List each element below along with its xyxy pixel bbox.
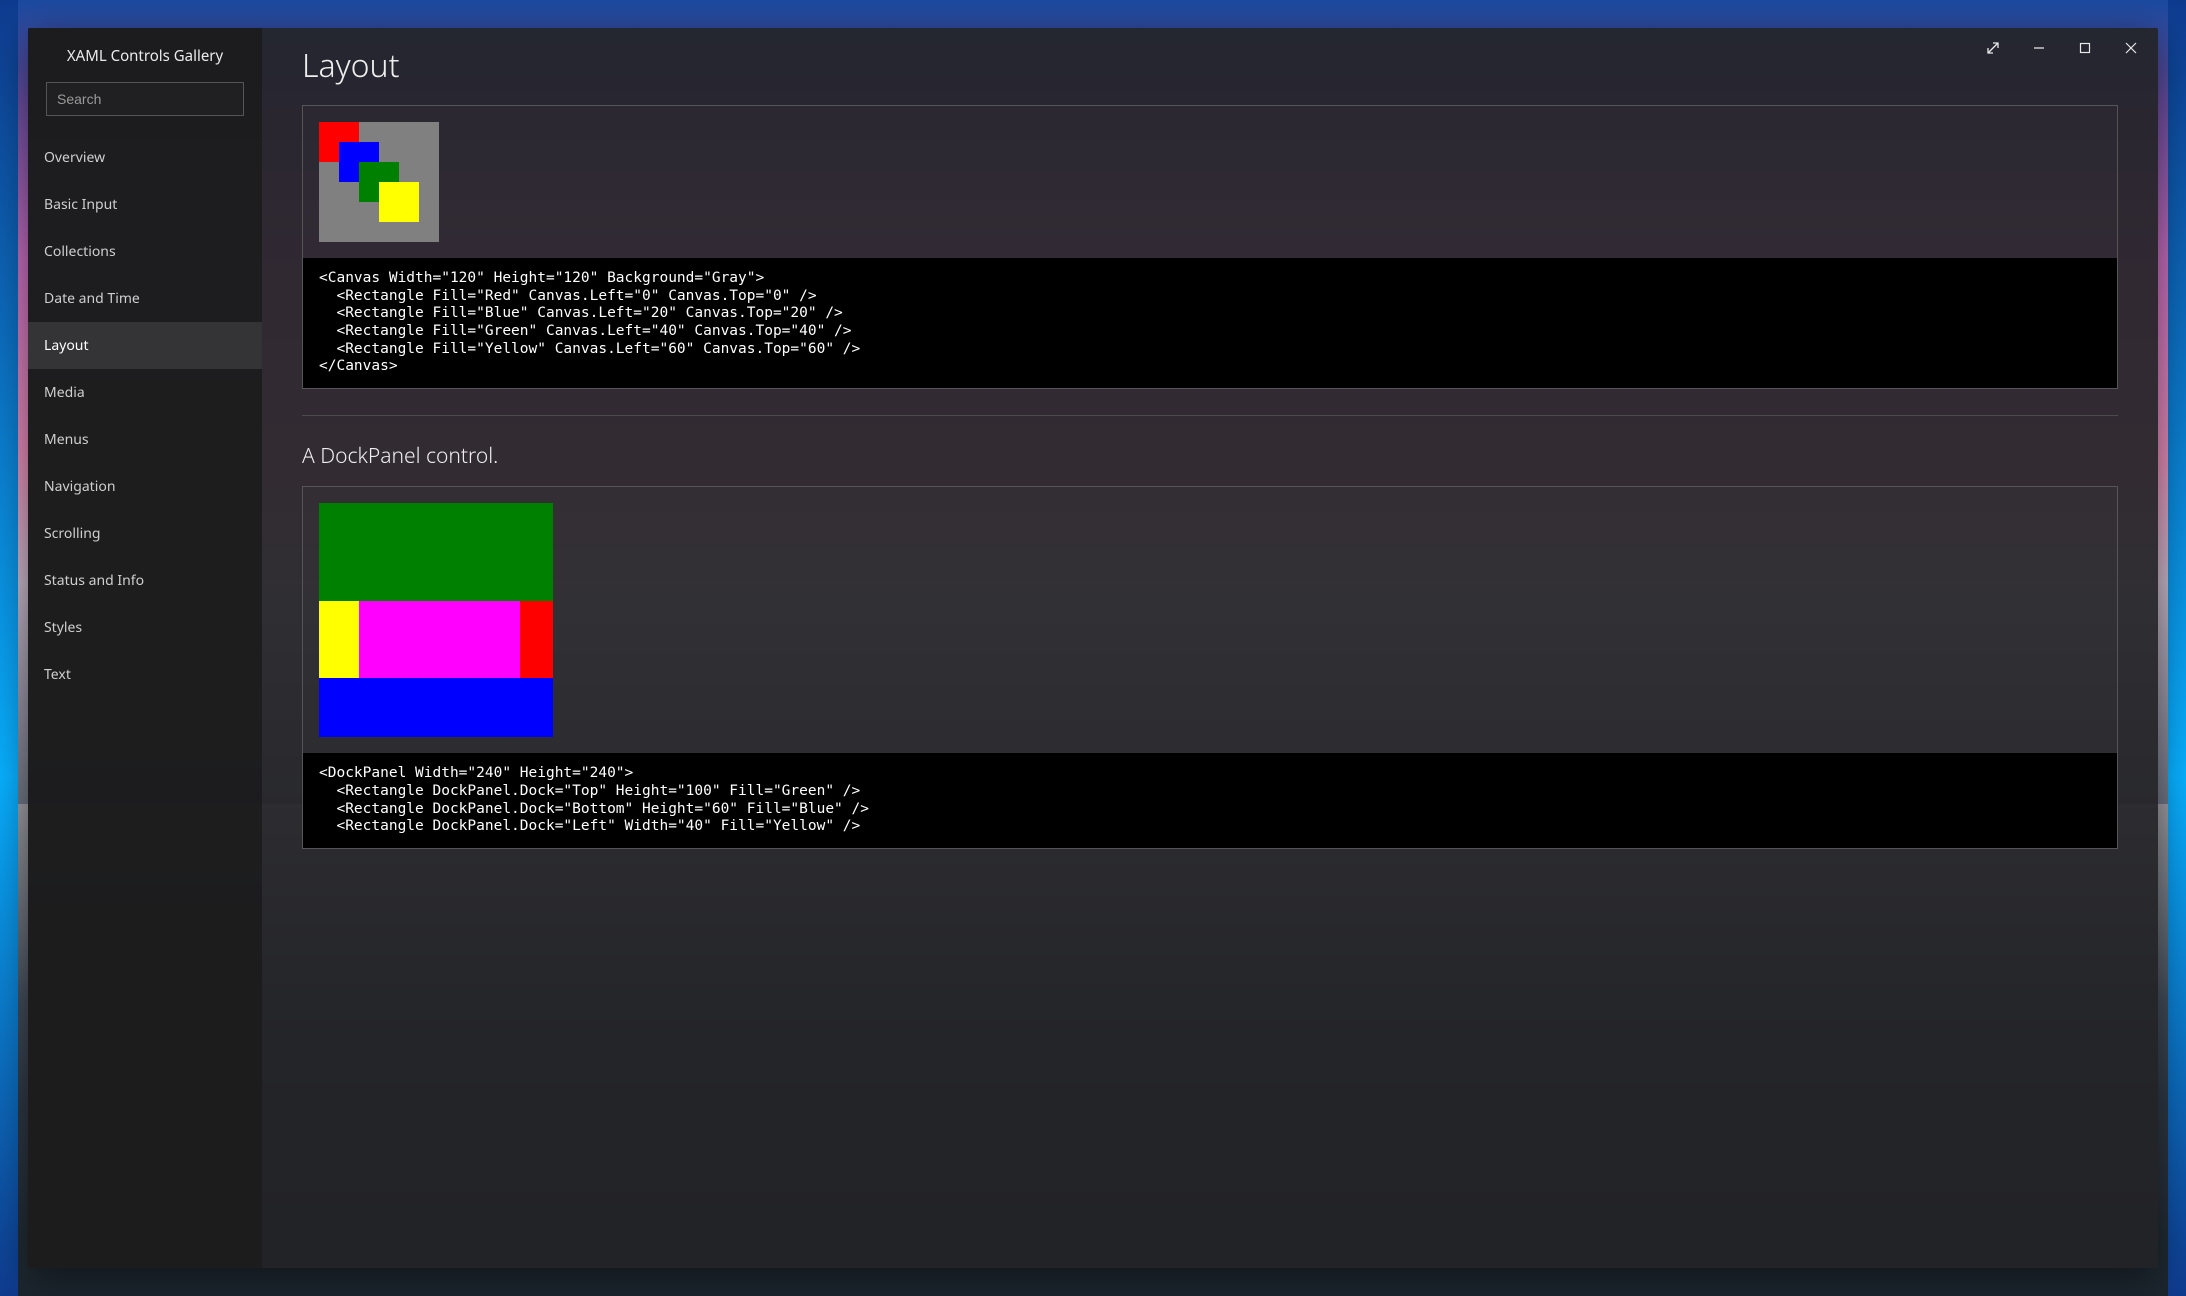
sidebar-item-text[interactable]: Text xyxy=(28,651,262,698)
dock-rect-left-yellow xyxy=(319,601,359,678)
close-button[interactable] xyxy=(2108,32,2154,64)
dockpanel-demo xyxy=(319,503,553,737)
sidebar-item-label: Media xyxy=(44,383,85,402)
section-heading-dockpanel: A DockPanel control. xyxy=(302,442,2118,470)
nav-list: Overview Basic Input Collections Date an… xyxy=(28,134,262,698)
app-window: XAML Controls Gallery Overview Basic Inp… xyxy=(28,28,2158,1268)
app-title: XAML Controls Gallery xyxy=(28,46,262,66)
code-dockpanel[interactable]: <DockPanel Width="240" Height="240"> <Re… xyxy=(303,753,2117,848)
sidebar-item-label: Basic Input xyxy=(44,195,117,214)
divider xyxy=(302,415,2118,416)
expand-icon xyxy=(1986,41,2000,55)
sidebar-item-media[interactable]: Media xyxy=(28,369,262,416)
canvas-demo xyxy=(319,122,439,242)
sidebar-item-label: Date and Time xyxy=(44,289,140,308)
sidebar-item-label: Overview xyxy=(44,148,105,167)
sidebar-item-collections[interactable]: Collections xyxy=(28,228,262,275)
minimize-icon xyxy=(2033,42,2045,54)
sidebar: XAML Controls Gallery Overview Basic Inp… xyxy=(28,28,262,1268)
page-title: Layout xyxy=(302,44,2118,87)
dock-rect-bottom-blue xyxy=(319,678,553,737)
dock-rect-right-red xyxy=(520,601,553,678)
sidebar-item-label: Text xyxy=(44,665,71,684)
dock-rect-top-green xyxy=(319,503,553,601)
sidebar-item-scrolling[interactable]: Scrolling xyxy=(28,510,262,557)
minimize-button[interactable] xyxy=(2016,32,2062,64)
sidebar-item-label: Layout xyxy=(44,336,89,355)
search-input[interactable] xyxy=(46,82,244,116)
content-scroll[interactable]: Layout <Canvas Width="120" Height="120" … xyxy=(262,28,2158,1268)
dock-rect-fill-magenta xyxy=(359,601,520,678)
example-dockpanel: <DockPanel Width="240" Height="240"> <Re… xyxy=(302,486,2118,849)
sidebar-item-layout[interactable]: Layout xyxy=(28,322,262,369)
sidebar-item-styles[interactable]: Styles xyxy=(28,604,262,651)
sidebar-item-label: Styles xyxy=(44,618,82,637)
preview-canvas xyxy=(303,106,2117,258)
sidebar-item-basic-input[interactable]: Basic Input xyxy=(28,181,262,228)
preview-dockpanel xyxy=(303,487,2117,753)
sidebar-item-status-and-info[interactable]: Status and Info xyxy=(28,557,262,604)
content-area: Layout <Canvas Width="120" Height="120" … xyxy=(262,28,2158,1268)
canvas-rect-yellow xyxy=(379,182,419,222)
maximize-button[interactable] xyxy=(2062,32,2108,64)
maximize-icon xyxy=(2079,42,2091,54)
window-titlebar-buttons xyxy=(1970,32,2154,64)
sidebar-item-label: Menus xyxy=(44,430,89,449)
sidebar-item-menus[interactable]: Menus xyxy=(28,416,262,463)
sidebar-item-label: Status and Info xyxy=(44,571,144,590)
sidebar-item-overview[interactable]: Overview xyxy=(28,134,262,181)
fullscreen-button[interactable] xyxy=(1970,32,2016,64)
sidebar-item-label: Scrolling xyxy=(44,524,100,543)
sidebar-item-label: Navigation xyxy=(44,477,115,496)
sidebar-item-navigation[interactable]: Navigation xyxy=(28,463,262,510)
close-icon xyxy=(2125,42,2137,54)
sidebar-item-label: Collections xyxy=(44,242,116,261)
sidebar-item-date-and-time[interactable]: Date and Time xyxy=(28,275,262,322)
example-canvas: <Canvas Width="120" Height="120" Backgro… xyxy=(302,105,2118,389)
code-canvas[interactable]: <Canvas Width="120" Height="120" Backgro… xyxy=(303,258,2117,388)
